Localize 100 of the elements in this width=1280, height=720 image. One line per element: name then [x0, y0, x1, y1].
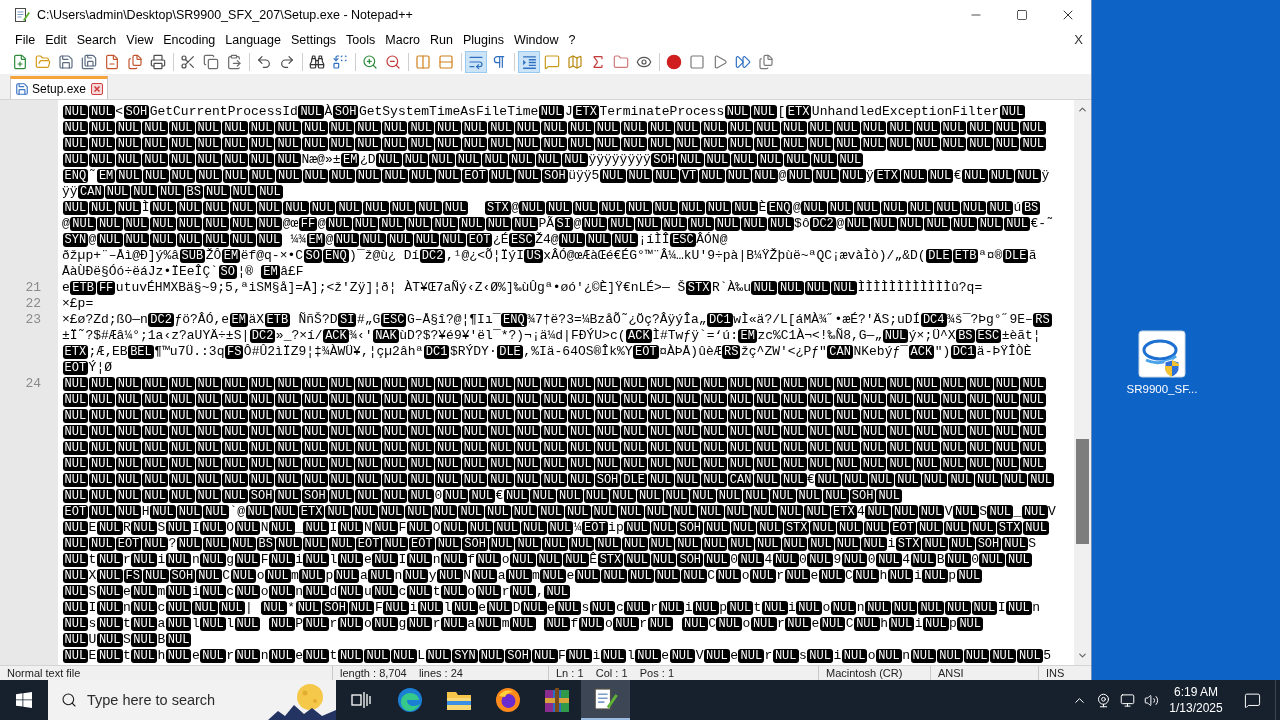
- code-line: NUL I NUL n NUL c NUL NUL NUL | NUL * NUL SOH NUL F NUL i NUL l NUL e NUL D NUL e NUL s NUL c NUL r NUL i NUL p NUL t NUL i NUL o NUL n NUL NUL NUL NUL NUL I NUL n: [62, 600, 1040, 616]
- code-line: NUL NUL EOT NUL ? NUL NUL NUL BS NUL NUL NUL EOT NUL EOT NUL SOH NUL NUL NUL NUL NUL NUL NUL NUL NUL NUL NUL NUL NUL NUL NUL i STX NUL NUL SOH NUL S: [62, 536, 1037, 552]
- code-line: NUL t NUL r NUL i NUL n NUL g NUL F NUL i NUL l NUL e NUL I NUL n NUL f NUL o NUL NUL NUL Ê STX NUL NUL SOH NUL 0 NUL 4 NUL 0 NUL 9 NUL 0 NUL 4 NUL B NUL 0 NUL NUL: [62, 552, 1033, 568]
- redo-icon: [279, 54, 295, 70]
- wrap-text-icon: [468, 54, 484, 70]
- line-number: 21: [25, 280, 41, 296]
- menu-item[interactable]: Macro: [380, 30, 426, 50]
- code-line: ðžµp+¨–Åì@Ð]ý%â SUB ŽÔ EM ëf@q-×•C SO ENQ )¯ž@ù¿ Dí DC2 ,¹@¿<Õ¦ÏýI US xÂÓ@œÆàŒé€ÉG°™¨Â¼…kU'9÷pà|B¼ŸŽþùë~ªQC¡ævàÌò)/„&D( DLE ETB ª¤® DLE ã: [62, 248, 1037, 264]
- speech-bubble-icon: [544, 54, 560, 70]
- status-text: ANSI: [938, 666, 964, 680]
- code-line: NUL NUL NUL NUL NUL NUL NUL NUL NUL NUL NUL NUL NUL NUL NUL NUL NUL NUL NUL NUL SOH DLE NUL NUL NUL CAN NUL NUL € NUL NUL NUL NUL NUL NUL NUL NUL NUL: [62, 472, 1055, 488]
- code-line: ×£ø?Zd;ßO—n DC2 ƒö?ÂÓ,e EM äX ETB ÑñŠ?D SI #„G ESC G–Å§î?@¦¶Iı¯ ENQ ¾7†ë?3=¼BzåÕ˜¿Öç?ÂÿýÎa„ DC1 wÌ«ä?/L[áMÀ¾˝•æÉ?'ÄS;uDÍ DC4 ¾š¯?Þg°˝9E– RS: [62, 312, 1053, 328]
- square-icon: [689, 54, 705, 70]
- file-plus-icon: [12, 54, 28, 70]
- code-line: NUL E NUL R NUL S NUL I NUL O NUL N NUL _ NUL I NUL N NUL F NUL O NUL NUL NUL NUL NUL ¼ EOT ip NUL NUL SOH NUL NUL NUL STX NUL NUL NUL EOT NUL NUL NUL STX NUL: [62, 520, 1050, 536]
- code-line: NUL NUL NUL NUL NUL NUL NUL NUL NUL NUL NUL NUL NUL NUL NUL NUL NUL NUL NUL NUL NUL NUL NUL NUL NUL NUL NUL NUL NUL NUL NUL NUL NUL NUL NUL NUL NUL: [62, 456, 1047, 472]
- clipboard-icon: [226, 54, 242, 70]
- task-view-icon: [350, 691, 371, 709]
- speech-bubble-icon: [1243, 691, 1261, 709]
- search-box[interactable]: Type here to search: [48, 680, 336, 720]
- menu-item[interactable]: Tools: [341, 30, 381, 50]
- clock[interactable]: 6:19 AM 1/13/2025: [1163, 680, 1229, 720]
- close-icon[interactable]: [91, 83, 104, 95]
- swirl-icon: [397, 688, 422, 712]
- zoom-in-icon: [362, 54, 378, 70]
- file-tab[interactable]: Setup.exe: [10, 76, 109, 99]
- code-line: NUL s NUL t NUL a NUL l NUL l NUL NUL P NUL r NUL o NUL g NUL r NUL a NUL m NUL NUL f NUL o NUL r NUL NUL C NUL o NUL r NUL e NUL C NUL h NUL i NUL p NUL: [62, 616, 984, 632]
- vertical-scrollbar[interactable]: [1074, 100, 1091, 665]
- code-line: NUL NUL NUL NUL NUL NUL NUL NUL NUL NUL NUL NUL NUL NUL NUL NUL NUL NUL NUL NUL NUL NUL NUL NUL NUL NUL NUL NUL NUL NUL NUL NUL NUL NUL NUL NUL NUL: [62, 424, 1047, 440]
- code-line: NUL NUL NUL NUL NUL NUL NUL NUL NUL NUL NUL NUL NUL NUL NUL NUL NUL NUL NUL NUL NUL NUL NUL NUL NUL NUL NUL NUL NUL NUL NUL NUL NUL NUL NUL NUL NUL: [62, 408, 1047, 424]
- notepad-icon: [15, 8, 30, 22]
- desktop-shortcut[interactable]: SR9900_SF...: [1126, 330, 1198, 396]
- chevron-down-icon[interactable]: [1077, 650, 1088, 661]
- sigma-icon: [590, 54, 606, 70]
- menu-item[interactable]: Window: [508, 30, 564, 50]
- code-line: @ NUL NUL NUL NUL NUL NUL NUL NUL @œ FF @ NUL NUL NUL NUL NUL NUL NUL NUL PÃ SI @ NUL NUL NUL NUL NUL NUL NUL NUL $ô DC2 @ NUL NUL NUL NUL NUL NUL NUL €-˜: [62, 216, 1054, 232]
- code-line: NUL S NUL e NUL m NUL i NUL c NUL o NUL n NUL d NUL u NUL c NUL t NUL o NUL r NUL , NUL: [62, 584, 571, 600]
- code-line: NUL NUL NUL Ì NUL NUL NUL NUL NUL NUL NUL NUL NUL NUL NUL NUL STX @ NUL NUL NUL NUL NUL NUL NUL NUL NUL È ENQ @ NUL NUL NUL NUL NUL NUL NUL NUL ú BS: [62, 200, 1041, 216]
- menu-item[interactable]: View: [121, 30, 159, 50]
- crescent-logo-icon: [495, 688, 520, 712]
- status-text: length : 8,704 lines : 24: [340, 666, 463, 680]
- search-icon: [61, 692, 77, 708]
- speaker-icon: [1143, 692, 1159, 708]
- eye-icon: [636, 54, 652, 70]
- copy-icon: [203, 54, 219, 70]
- code-line: NUL NUL NUL NUL NUL NUL NUL NUL NUL Næ@»± EM ¿D NUL NUL NUL NUL NUL NUL NUL NUL ÿÿÿÿÿÿÿÿ SOH NUL NUL NUL NUL NUL NUL NUL: [62, 152, 864, 168]
- pilcrow-icon: [491, 54, 507, 70]
- menu-item[interactable]: Search: [71, 30, 122, 50]
- line-number: 22: [25, 296, 41, 312]
- code-line: EOT Ý¦Ø: [62, 360, 112, 376]
- line-number: 23: [25, 312, 41, 328]
- code-line: NUL NUL NUL NUL NUL NUL NUL NUL NUL NUL NUL NUL NUL NUL NUL NUL NUL NUL NUL NUL NUL NUL NUL NUL NUL NUL NUL NUL NUL NUL NUL NUL NUL NUL NUL NUL NUL: [62, 440, 1047, 456]
- floppy-disks-icon: [81, 54, 97, 70]
- undo-icon: [256, 54, 272, 70]
- code-line: ETX ;Æ‚EB BEL ¶™u7Ü.:3q FS Ô#Û2ìÏZ9¦‡¾ÀWÜ¥,¦çµ2âhª DC1 $RÝDY· DLE ,%Iä-64OS®Îk%Y EOT ¤ÀÞÅ)ûèÆ RS žç^ZW'<¿Pƒ" CAN NKebýƒ¯ ACK ") DC1 ä-ÞŸÎÒÈ: [62, 344, 1032, 360]
- printer-icon: [150, 54, 166, 70]
- binoculars-icon: [309, 54, 325, 70]
- code-line: NUL NUL NUL NUL NUL NUL NUL NUL NUL NUL NUL NUL NUL NUL NUL NUL NUL NUL NUL NUL NUL NUL NUL NUL NUL NUL NUL NUL NUL NUL NUL NUL NUL NUL NUL NUL NUL: [62, 136, 1047, 152]
- map-icon: [567, 54, 583, 70]
- code-line: NUL NUL NUL NUL NUL NUL NUL NUL NUL NUL NUL NUL NUL NUL NUL NUL NUL NUL NUL NUL NUL NUL NUL NUL NUL NUL NUL NUL NUL NUL NUL NUL NUL NUL NUL NUL NUL: [62, 392, 1047, 408]
- menu-item[interactable]: ?: [563, 30, 581, 50]
- menu-item[interactable]: Language: [220, 30, 286, 50]
- search-field[interactable]: Type here to search: [87, 688, 257, 712]
- scrollbar-thumb[interactable]: [1076, 439, 1089, 544]
- notepad-icon: [593, 688, 618, 710]
- code-line: NUL E NUL t NUL h NUL e NUL r NUL n NUL e NUL t NUL NUL NUL L NUL SYN NUL SOH NUL F NUL i NUL l NUL e NUL V NUL e NUL r NUL s NUL i NUL o NUL n NUL NUL NUL NUL NUL 5: [62, 648, 1051, 664]
- close-document-button[interactable]: X: [1072, 30, 1085, 50]
- menu-item[interactable]: Plugins: [457, 30, 509, 50]
- code-line: NUL X NUL FS NUL SOH NUL C NUL o NUL m NUL p NUL a NUL n NUL y NUL N NUL a NUL m NUL e NUL NUL NUL NUL NUL C NUL o NUL r NUL e NUL C NUL h NUL i NUL p NUL: [62, 568, 983, 584]
- code-line: ×£p=: [62, 296, 94, 312]
- books-icon: [544, 688, 569, 712]
- files-icon: [127, 54, 143, 70]
- folder-open-icon: [35, 54, 51, 70]
- scissors-icon: [180, 54, 196, 70]
- indent-guide-button[interactable]: [518, 51, 540, 73]
- status-text: INS: [1046, 666, 1065, 680]
- folder-icon: [613, 54, 629, 70]
- menu-item[interactable]: Edit: [40, 30, 72, 50]
- word-wrap-button[interactable]: [465, 51, 487, 73]
- code-line: NUL NUL NUL NUL NUL NUL NUL NUL NUL NUL NUL NUL NUL NUL NUL NUL NUL NUL NUL NUL NUL NUL NUL NUL NUL NUL NUL NUL NUL NUL NUL NUL NUL NUL NUL NUL NUL: [62, 120, 1047, 136]
- menu-item[interactable]: Encoding: [158, 30, 221, 50]
- taskbar-app-button[interactable]: [581, 680, 630, 720]
- code-line: ENQ ˜ EM NUL NUL NUL NUL NUL NUL NUL NUL NUL NUL NUL NUL NUL EOT NUL NUL SOH üÿÿ5 NUL NUL NUL VT NUL NUL NUL @ NUL NUL NUL ÿ ETX NUL NUL € NUL NUL NUL ÿ: [62, 168, 1050, 184]
- window-title: C:\Users\admin\Desktop\SR9900_SFX_207\Setup.exe - Notepad++: [37, 6, 413, 24]
- status-text: Ln : 1 Col : 1 Pos : 1: [556, 666, 674, 680]
- rows-icon: [438, 54, 454, 70]
- files-icon: [758, 54, 774, 70]
- status-text: Normal text file: [7, 666, 81, 680]
- menu-item[interactable]: Run: [425, 30, 458, 50]
- zoom-out-icon: [385, 54, 401, 70]
- code-line: ±Ï˜?$#Æâ¼°;1a‹z?aUYÄ÷±S| DC2 »_?×í/ ACK ¾‹' NAK ùD?$?¥é9¥'ël¯*?)¬¡ä¼d|FÐÝU>c( ACK Ì#Twƒÿ`=‘ú: EM zc%C1À¬<!‰Ñ8,G—„ NUL ý×;Ü^X BS ESC ±èãt¦: [62, 328, 1041, 344]
- monitor-icon: [1119, 692, 1135, 708]
- indent-icon: [520, 53, 538, 71]
- menu-item[interactable]: File: [10, 30, 41, 50]
- code-line: ÅàÙÐë§Óó÷ëáJz•ÏEeÎÇ` SO ¦® EM â£F: [62, 264, 304, 280]
- menu-item[interactable]: Settings: [285, 30, 342, 50]
- code-line: NUL NUL < SOH GetCurrentProcessId NUL À SOH GetSystemTimeAsFileTime NUL J ETX TerminateProcess NUL NUL [ ETX UnhandledExceptionFilter NUL: [62, 104, 1026, 120]
- status-text: Macintosh (CR): [826, 666, 903, 680]
- code-line: ÿÿ CAN NUL NUL NUL BS NUL NUL NUL: [62, 184, 284, 200]
- fast-forward-icon: [735, 54, 751, 70]
